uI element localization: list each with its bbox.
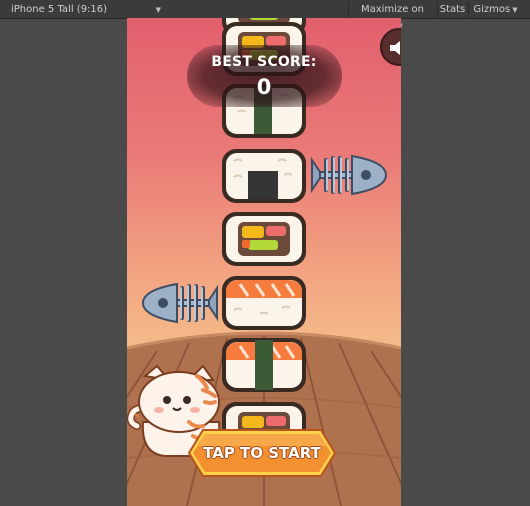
sushi-nigiri-salmon-seaweed — [220, 336, 308, 394]
chevron-down-icon: ▼ — [155, 5, 161, 14]
tap-to-start-label: TAP TO START — [203, 444, 321, 462]
sushi-onigiri — [220, 147, 308, 205]
aspect-ratio-dropdown[interactable]: iPhone 5 Tall (9:16) ▼ — [4, 2, 166, 17]
fish-bone-obstacle-left — [141, 280, 221, 326]
maximize-on-play-toggle[interactable]: Maximize on Play — [348, 1, 436, 32]
sushi-nigiri-salmon — [220, 274, 308, 332]
chevron-down-icon: ▼ — [512, 6, 518, 14]
best-score-label: BEST SCORE: — [211, 54, 317, 70]
game-viewport[interactable]: BEST SCORE: 0 TAP TO START — [127, 18, 401, 506]
tap-to-start-button[interactable]: TAP TO START — [187, 428, 337, 478]
aspect-ratio-label: iPhone 5 Tall (9:16) — [11, 4, 108, 15]
game-view-toolbar: iPhone 5 Tall (9:16) ▼ Maximize on Play … — [0, 0, 530, 32]
speaker-icon — [390, 41, 400, 55]
stats-toggle[interactable]: Stats — [437, 1, 467, 18]
best-score-value: 0 — [256, 75, 272, 99]
gizmos-dropdown[interactable]: Gizmos ▼ — [468, 1, 522, 18]
fish-bone-obstacle-right — [308, 152, 388, 198]
gizmos-label: Gizmos — [473, 4, 511, 15]
sushi-maki — [220, 210, 308, 268]
